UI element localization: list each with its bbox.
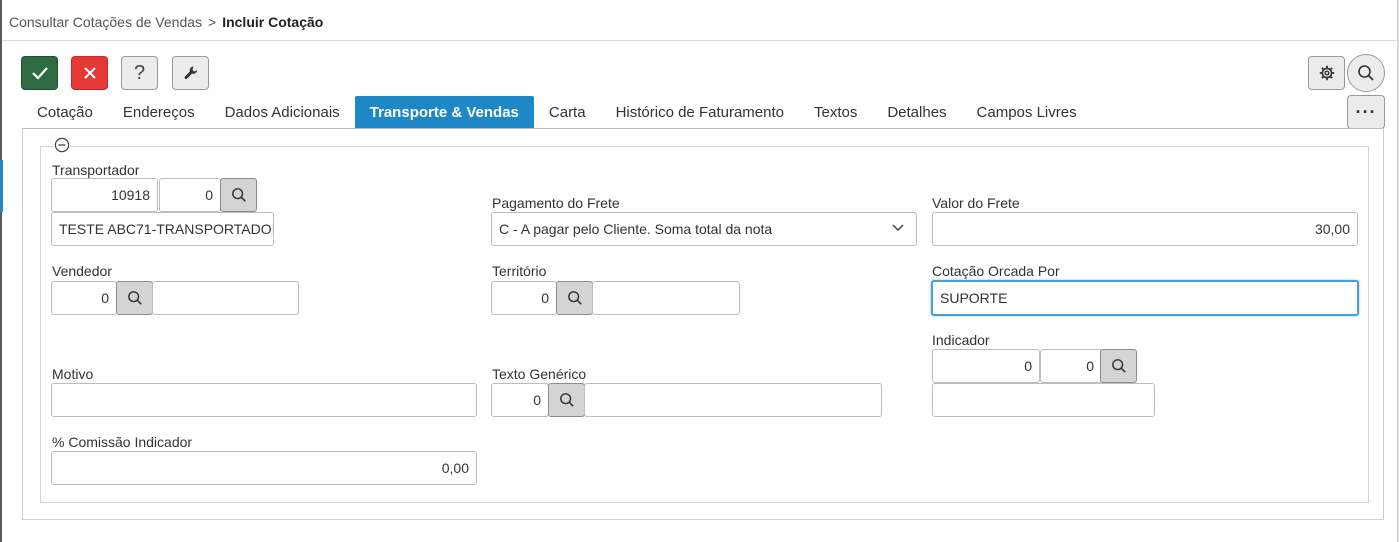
comissao-indicador-label: % Comissão Indicador bbox=[52, 434, 193, 450]
tab-transporte-vendas[interactable]: Transporte & Vendas bbox=[354, 96, 534, 128]
territorio-search-button[interactable] bbox=[556, 281, 593, 315]
breadcrumb-separator: > bbox=[208, 14, 217, 30]
indicador-seq-field[interactable]: 0 bbox=[1040, 349, 1102, 383]
window-left-border bbox=[0, 0, 2, 542]
comissao-indicador-field[interactable]: 0,00 bbox=[51, 451, 477, 485]
search-icon bbox=[1111, 359, 1126, 373]
search-icon bbox=[1358, 65, 1374, 81]
vendedor-code-field[interactable]: 0 bbox=[51, 281, 117, 315]
texto-generico-text-field[interactable] bbox=[584, 383, 882, 417]
vendedor-search-button[interactable] bbox=[116, 281, 153, 315]
close-icon bbox=[83, 67, 96, 79]
tab-dados-adicionais[interactable]: Dados Adicionais bbox=[210, 96, 355, 128]
texto-generico-search-button[interactable] bbox=[548, 383, 585, 417]
cancel-button[interactable] bbox=[71, 56, 108, 90]
texto-generico-label: Texto Genérico bbox=[492, 366, 587, 382]
help-icon: ? bbox=[133, 61, 146, 84]
search-icon bbox=[559, 393, 574, 407]
transportador-seq-field[interactable]: 0 bbox=[159, 178, 221, 212]
vendedor-name-field[interactable] bbox=[152, 281, 299, 315]
help-button[interactable]: ? bbox=[121, 56, 158, 90]
motivo-label: Motivo bbox=[52, 366, 94, 382]
breadcrumb: Consultar Cotações de Vendas > Incluir Cot… bbox=[9, 14, 323, 30]
indicador-label: Indicador bbox=[932, 332, 990, 348]
chevron-down-icon bbox=[892, 224, 904, 232]
wrench-icon bbox=[184, 66, 197, 79]
check-icon bbox=[31, 67, 48, 80]
breadcrumb-parent[interactable]: Consultar Cotações de Vendas bbox=[9, 14, 202, 30]
pagamento-frete-label: Pagamento do Frete bbox=[492, 195, 620, 211]
pagamento-frete-value: C - A pagar pelo Cliente. Soma total da … bbox=[499, 221, 773, 237]
cotacao-orcada-por-label: Cotação Orcada Por bbox=[932, 263, 1060, 279]
search-icon bbox=[567, 291, 582, 305]
header-divider bbox=[2, 40, 1397, 41]
search-icon bbox=[231, 188, 246, 202]
collapse-group-icon[interactable] bbox=[54, 137, 70, 153]
indicador-search-button[interactable] bbox=[1100, 349, 1137, 383]
tab-carta[interactable]: Carta bbox=[534, 96, 601, 128]
tab-textos[interactable]: Textos bbox=[799, 96, 872, 128]
tab-bar: Cotação Endereços Dados Adicionais Trans… bbox=[22, 96, 1092, 128]
tools-button[interactable] bbox=[172, 56, 209, 90]
more-options-button[interactable]: ··· bbox=[1347, 95, 1385, 129]
transportador-label: Transportador bbox=[52, 162, 140, 178]
vendedor-label: Vendedor bbox=[52, 263, 112, 279]
indicador-code-field[interactable]: 0 bbox=[932, 349, 1040, 383]
motivo-field[interactable] bbox=[51, 383, 477, 417]
valor-frete-label: Valor do Frete bbox=[932, 195, 1020, 211]
tab-campos-livres[interactable]: Campos Livres bbox=[962, 96, 1092, 128]
valor-frete-field[interactable]: 30,00 bbox=[932, 212, 1358, 246]
transportador-name-field[interactable]: TESTE ABC71-TRANSPORTADOI bbox=[51, 212, 274, 246]
cotacao-orcada-por-field[interactable]: SUPORTE bbox=[931, 280, 1359, 316]
tab-historico-faturamento[interactable]: Histórico de Faturamento bbox=[601, 96, 799, 128]
more-icon: ··· bbox=[1355, 101, 1377, 122]
breadcrumb-current: Incluir Cotação bbox=[222, 14, 324, 30]
settings-button[interactable] bbox=[1308, 56, 1345, 90]
tab-cotacao[interactable]: Cotação bbox=[22, 96, 108, 128]
search-icon bbox=[127, 291, 142, 305]
texto-generico-code-field[interactable]: 0 bbox=[491, 383, 549, 417]
territorio-code-field[interactable]: 0 bbox=[491, 281, 557, 315]
indicador-name-field[interactable] bbox=[932, 383, 1155, 417]
confirm-button[interactable] bbox=[21, 56, 58, 90]
transportador-search-button[interactable] bbox=[220, 178, 257, 212]
transportador-code-field[interactable]: 10918 bbox=[51, 178, 158, 212]
global-search-button[interactable] bbox=[1347, 54, 1385, 92]
territorio-label: Território bbox=[492, 263, 547, 279]
gear-icon bbox=[1319, 65, 1334, 81]
tab-enderecos[interactable]: Endereços bbox=[108, 96, 210, 128]
window-left-accent bbox=[0, 160, 3, 212]
pagamento-frete-select[interactable]: C - A pagar pelo Cliente. Soma total da … bbox=[491, 212, 917, 246]
territorio-name-field[interactable] bbox=[592, 281, 740, 315]
tab-detalhes[interactable]: Detalhes bbox=[872, 96, 961, 128]
